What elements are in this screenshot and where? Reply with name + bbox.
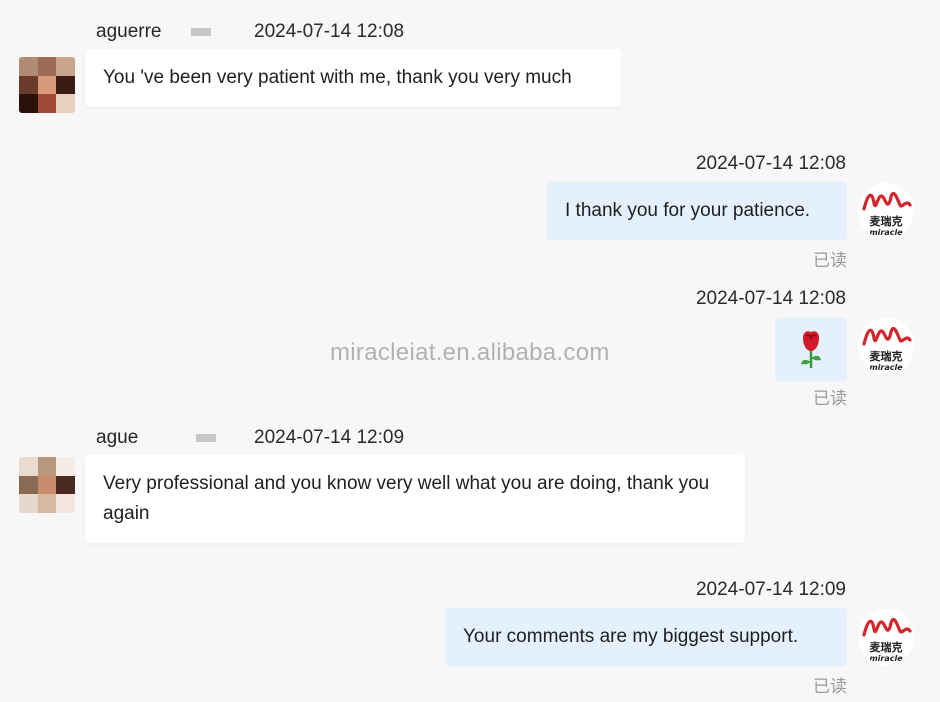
message-time: 2024-07-14 12:08: [254, 21, 405, 42]
logo-brand-text: miracle: [869, 654, 903, 663]
redacted-name: [196, 433, 217, 442]
message-time: 2024-07-14 12:08: [695, 288, 846, 309]
sender-name: ague: [96, 427, 224, 449]
sender-name-text: ague: [96, 427, 139, 448]
seller-logo-avatar[interactable]: 麦瑞克 miracle: [858, 609, 914, 665]
seller-logo-avatar[interactable]: 麦瑞克 miracle: [858, 318, 914, 374]
message-bubble[interactable]: [775, 318, 847, 381]
message-bubble[interactable]: You 've been very patient with me, thank…: [85, 49, 621, 107]
miracle-logo-icon: 麦瑞克 miracle: [862, 326, 912, 372]
read-status: 已读: [813, 251, 847, 270]
message-bubble[interactable]: Very professional and you know very well…: [85, 455, 745, 543]
message-bubble[interactable]: Your comments are my biggest support.: [445, 608, 847, 666]
logo-brand-text: miracle: [869, 363, 903, 372]
customer-avatar[interactable]: [19, 457, 75, 513]
message-time: 2024-07-14 12:08: [695, 153, 846, 174]
message-bubble[interactable]: I thank you for your patience.: [547, 182, 847, 240]
message-time: 2024-07-14 12:09: [695, 579, 846, 600]
miracle-logo-icon: 麦瑞克 miracle: [862, 191, 912, 237]
logo-chinese-text: 麦瑞克: [870, 214, 903, 228]
redacted-name: [191, 27, 212, 36]
miracle-logo-icon: 麦瑞克 miracle: [862, 617, 912, 663]
chat-window: miracleiat.en.alibaba.com aguerre 2024-0…: [0, 0, 940, 702]
message-time: 2024-07-14 12:09: [254, 427, 405, 448]
watermark: miracleiat.en.alibaba.com: [330, 339, 610, 366]
seller-logo-avatar[interactable]: 麦瑞克 miracle: [858, 183, 914, 239]
customer-avatar[interactable]: [19, 57, 75, 113]
logo-brand-text: miracle: [869, 228, 903, 237]
read-status: 已读: [813, 677, 847, 696]
rose-icon: [801, 331, 821, 368]
sender-name-text: aguerre: [96, 21, 162, 42]
sender-name: aguerre: [96, 21, 217, 43]
logo-chinese-text: 麦瑞克: [870, 349, 903, 363]
logo-chinese-text: 麦瑞克: [870, 640, 903, 654]
read-status: 已读: [813, 389, 847, 408]
